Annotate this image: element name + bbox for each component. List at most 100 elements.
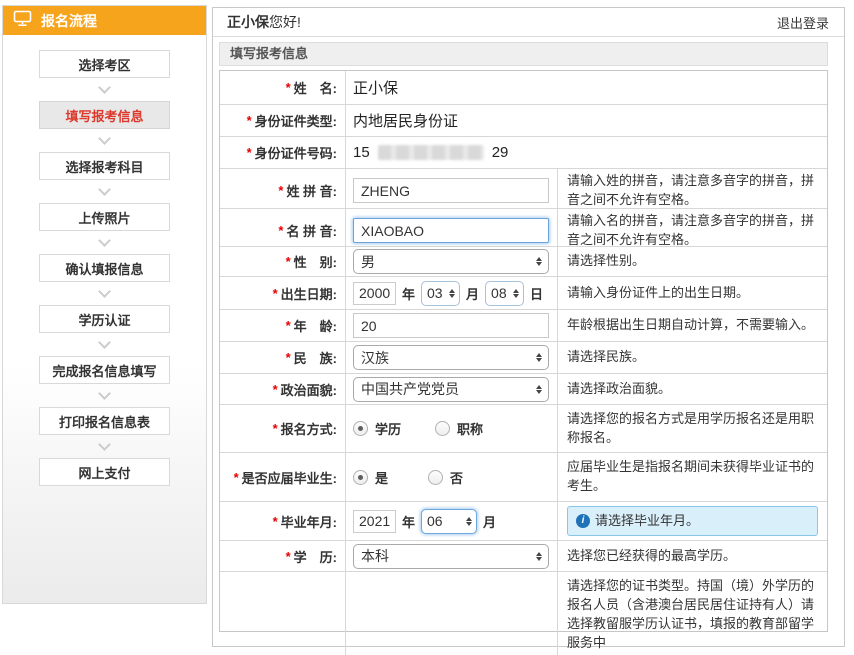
sidebar-title: 报名流程 [41, 11, 97, 31]
step-print-form[interactable]: 打印报名信息表 [39, 407, 170, 435]
required-mark: * [286, 80, 291, 95]
radio-option-title[interactable]: 职称 [435, 419, 483, 438]
row-ethnicity: * 民 族: 汉族 请选择民族。 [220, 341, 827, 373]
required-mark: * [286, 350, 291, 365]
graduation-month-select[interactable]: 06 [421, 509, 477, 534]
age-input[interactable]: 20 [353, 313, 549, 338]
step-confirm-info[interactable]: 确认填报信息 [39, 254, 170, 282]
fresh-graduate-radio-group: 是 否 [353, 468, 463, 487]
age-hint: 年龄根据出生日期自动计算，不需要输入。 [558, 310, 827, 341]
required-mark: * [273, 421, 278, 436]
monitor-icon [13, 10, 32, 32]
row-gender: * 性 别: 男 请选择性别。 [220, 246, 827, 276]
radio-option-education[interactable]: 学历 [353, 419, 401, 438]
user-name: 正小保 [227, 14, 269, 30]
id-type-value: 内地居民身份证 [353, 110, 458, 131]
row-id-number: * 身份证件号码: 1529 [220, 136, 827, 168]
row-surname-pinyin: * 姓 拼 音: ZHENG 请输入姓的拼音，请注意多音字的拼音，拼音之间不允许… [220, 168, 827, 208]
required-mark: * [247, 113, 252, 128]
political-status-hint: 请选择政治面貌。 [558, 374, 827, 404]
radio-unchecked-icon [435, 421, 450, 436]
education-hint: 选择您已经获得的最高学历。 [558, 541, 827, 571]
row-given-pinyin: * 名 拼 音: XIAOBAO 请输入名的拼音，请注意多音字的拼音，拼音之间不… [220, 208, 827, 246]
registration-steps-sidebar: 报名流程 选择考区 填写报考信息 选择报考科目 上传照片 确认填报信息 学历认证… [2, 5, 207, 604]
certificate-type-hint: 请选择您的证书类型。持国（境）外学历的报名人员（含港澳台居民居住证持有人）请选择… [558, 572, 827, 655]
chevron-down-icon [98, 183, 111, 196]
political-status-label: * 政治面貌: [220, 374, 346, 404]
row-registration-method: * 报名方式: 学历 职称 请选择您的报名方式 [220, 404, 827, 452]
id-number-suffix: 29 [492, 144, 509, 161]
select-arrows-icon [513, 289, 519, 298]
political-status-select[interactable]: 中国共产党党员 [353, 377, 549, 402]
birth-day-select[interactable]: 08 [485, 281, 524, 306]
education-select[interactable]: 本科 [353, 544, 549, 569]
month-unit: 月 [483, 512, 496, 531]
year-unit: 年 [402, 512, 415, 531]
required-mark: * [247, 145, 252, 160]
step-upload-photo[interactable]: 上传照片 [39, 203, 170, 231]
fresh-graduate-label: * 是否应届毕业生: [220, 453, 346, 501]
birth-month-select[interactable]: 03 [421, 281, 460, 306]
month-unit: 月 [466, 284, 479, 303]
step-online-payment[interactable]: 网上支付 [39, 458, 170, 486]
given-pinyin-input[interactable]: XIAOBAO [353, 218, 549, 243]
select-arrows-icon [536, 385, 542, 394]
row-fresh-graduate: * 是否应届毕业生: 是 否 应届毕业生是指报 [220, 452, 827, 501]
chevron-down-icon [98, 132, 111, 145]
row-education: * 学 历: 本科 选择您已经获得的最高学历。 [220, 540, 827, 571]
chevron-down-icon [98, 285, 111, 298]
id-number-value-cell: 1529 [346, 137, 827, 168]
id-type-value-cell: 内地居民身份证 [346, 105, 827, 136]
birth-year-input[interactable]: 2000 [353, 282, 396, 305]
radio-checked-icon [353, 421, 368, 436]
row-age: * 年 龄: 20 年龄根据出生日期自动计算，不需要输入。 [220, 309, 827, 341]
registration-method-label: * 报名方式: [220, 405, 346, 452]
select-arrows-icon [536, 257, 542, 266]
step-complete-info[interactable]: 完成报名信息填写 [39, 356, 170, 384]
row-political-status: * 政治面貌: 中国共产党党员 请选择政治面貌。 [220, 373, 827, 404]
education-label: * 学 历: [220, 541, 346, 571]
id-number-label: * 身份证件号码: [220, 137, 346, 168]
surname-pinyin-input[interactable]: ZHENG [353, 178, 549, 203]
row-graduation-date: * 毕业年月: 2021 年 06 月 i 请选择毕业年月。 [220, 501, 827, 540]
required-mark: * [286, 549, 291, 564]
radio-checked-icon [353, 470, 368, 485]
fresh-graduate-hint: 应届毕业生是指报名期间未获得毕业证书的考生。 [558, 453, 827, 501]
name-value-cell: 正小保 [346, 71, 827, 104]
row-certificate-type: 请选择您的证书类型。持国（境）外学历的报名人员（含港澳台居民居住证持有人）请选择… [220, 571, 827, 631]
radio-unchecked-icon [428, 470, 443, 485]
row-birth-date: * 出生日期: 2000 年 03 月 08 日 [220, 276, 827, 309]
id-number-prefix: 15 [353, 144, 370, 161]
birth-date-label: * 出生日期: [220, 277, 346, 309]
info-icon: i [576, 514, 590, 528]
step-select-exam-area[interactable]: 选择考区 [39, 50, 170, 78]
step-education-verification[interactable]: 学历认证 [39, 305, 170, 333]
step-fill-application-info[interactable]: 填写报考信息 [39, 101, 170, 129]
application-form-table: * 姓 名: 正小保 * 身份证件类型: 内地居民身份证 [219, 70, 828, 632]
required-mark: * [273, 382, 278, 397]
steps-list: 选择考区 填写报考信息 选择报考科目 上传照片 确认填报信息 学历认证 完成报名… [3, 35, 206, 486]
row-name: * 姓 名: 正小保 [220, 71, 827, 104]
greeting: 正小保您好! [227, 12, 301, 32]
row-id-type: * 身份证件类型: 内地居民身份证 [220, 104, 827, 136]
certificate-type-label [220, 572, 346, 655]
logout-link[interactable]: 退出登录 [777, 13, 829, 32]
required-mark: * [278, 183, 283, 198]
graduation-date-hint: 请选择毕业年月。 [595, 512, 699, 531]
radio-option-no[interactable]: 否 [428, 468, 463, 487]
gender-select[interactable]: 男 [353, 249, 549, 274]
birth-date-hint: 请输入身份证件上的出生日期。 [558, 277, 827, 309]
chevron-down-icon [98, 234, 111, 247]
surname-pinyin-hint: 请输入姓的拼音，请注意多音字的拼音，拼音之间不允许有空格。 [558, 169, 827, 213]
id-type-label: * 身份证件类型: [220, 105, 346, 136]
ethnicity-select[interactable]: 汉族 [353, 345, 549, 370]
step-select-subjects[interactable]: 选择报考科目 [39, 152, 170, 180]
select-arrows-icon [536, 552, 542, 561]
graduation-year-input[interactable]: 2021 [353, 510, 396, 533]
form-area: 填写报考信息 * 姓 名: 正小保 * 身份证件类型: 内地居民身份 [213, 37, 844, 632]
name-value: 正小保 [353, 77, 398, 98]
graduation-date-label: * 毕业年月: [220, 502, 346, 540]
required-mark: * [273, 514, 278, 529]
radio-option-yes[interactable]: 是 [353, 468, 388, 487]
ethnicity-label: * 民 族: [220, 342, 346, 373]
